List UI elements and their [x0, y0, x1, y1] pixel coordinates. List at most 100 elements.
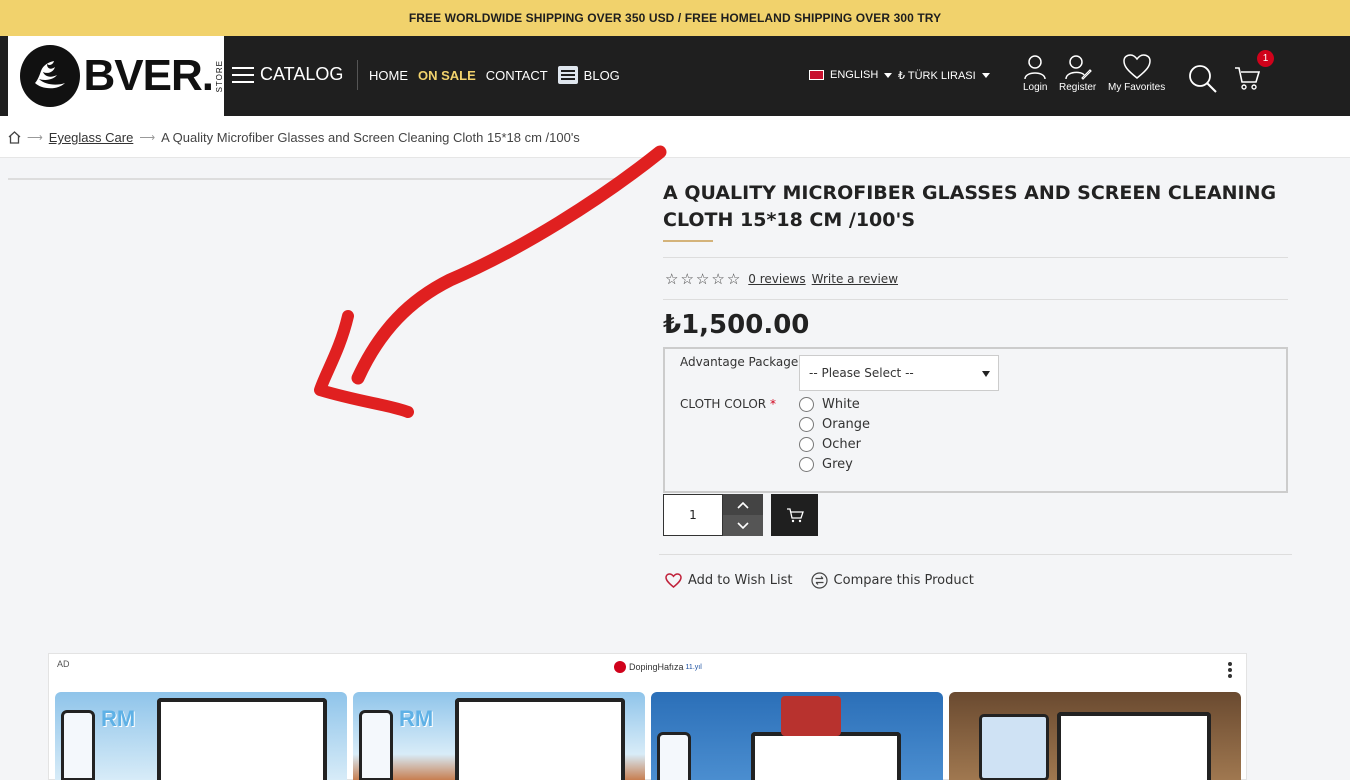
package-select[interactable]: -- Please Select -- — [799, 355, 999, 391]
cart-icon — [786, 508, 804, 523]
currency-label: ₺ TÜRK LIRASI — [898, 70, 976, 82]
ad-brand-logo: DopingHafıza 11.yıl — [614, 661, 702, 673]
user-icon — [1024, 55, 1046, 80]
ad-card[interactable] — [651, 692, 943, 780]
header-divider — [357, 60, 358, 90]
swan-logo-icon — [20, 45, 80, 107]
color-option-ocher[interactable]: Ocher — [799, 437, 861, 452]
search-icon — [1189, 65, 1217, 93]
color-option-white[interactable]: White — [799, 397, 860, 412]
ad-brand-name: DopingHafıza — [629, 662, 684, 672]
heart-icon — [1122, 54, 1151, 79]
color-label-text: CLOTH COLOR — [680, 397, 767, 411]
ad-card[interactable]: RM — [353, 692, 645, 780]
ad-card[interactable]: RM — [55, 692, 347, 780]
breadcrumb-category-link[interactable]: Eyeglass Care — [49, 130, 134, 145]
star-empty-icon: ☆ — [711, 270, 725, 288]
nav-on-sale[interactable]: ON SALE — [418, 68, 476, 83]
user-edit-icon — [1064, 55, 1092, 80]
heart-icon — [665, 573, 682, 588]
color-option-label: Grey — [822, 457, 853, 472]
package-label-text: Advantage Package — [680, 355, 799, 369]
nav-blog-label: BLOG — [583, 67, 620, 83]
chevron-down-icon — [737, 521, 749, 529]
breadcrumb-separator-icon: ⟶ — [139, 132, 156, 144]
color-option-grey[interactable]: Grey — [799, 457, 853, 472]
currency-selector[interactable]: ₺ TÜRK LIRASI — [898, 69, 990, 82]
cart-button[interactable] — [1234, 66, 1260, 92]
color-option-label: White — [822, 397, 860, 412]
catalog-menu-button[interactable]: CATALOG — [232, 64, 343, 85]
package-select-value: -- Please Select -- — [809, 366, 914, 380]
search-button[interactable] — [1188, 64, 1218, 96]
quantity-decrement-button[interactable] — [723, 515, 763, 536]
required-mark: * — [769, 397, 776, 411]
color-label: CLOTH COLOR * — [680, 397, 776, 411]
login-button[interactable]: Login — [1023, 54, 1047, 93]
product-options: Advantage Package * -- Please Select -- … — [663, 347, 1288, 493]
ad-banner[interactable]: AD DopingHafıza 11.yıl RM RM — [48, 653, 1247, 780]
language-label: ENGLISH — [830, 69, 879, 81]
add-to-wishlist-button[interactable]: Add to Wish List — [665, 573, 793, 588]
phone-image-icon — [359, 710, 393, 780]
cart-count-badge: 1 — [1257, 50, 1274, 67]
product-actions: Add to Wish List Compare this Product — [665, 572, 992, 589]
language-selector[interactable]: ENGLISH — [809, 69, 893, 81]
quantity-increment-button[interactable] — [723, 494, 763, 515]
product-price: ₺1,500.00 — [663, 310, 810, 340]
ad-card-text: RM — [399, 706, 434, 731]
phone-image-icon — [61, 710, 95, 780]
radio-button[interactable] — [799, 457, 814, 472]
favorites-label: My Favorites — [1108, 82, 1166, 93]
cart-icon — [1235, 67, 1260, 90]
write-review-link[interactable]: Write a review — [812, 272, 898, 286]
register-label: Register — [1059, 82, 1097, 93]
ad-card[interactable] — [949, 692, 1241, 780]
color-option-label: Ocher — [822, 437, 861, 452]
divider — [663, 299, 1288, 300]
star-empty-icon: ☆ — [726, 270, 741, 288]
star-empty-icon: ☆ — [695, 270, 710, 288]
color-option-label: Orange — [822, 417, 871, 432]
annotation-arrow-icon — [314, 145, 667, 418]
logo[interactable]: BVER. STORE — [8, 36, 224, 116]
radio-button[interactable] — [799, 437, 814, 452]
blog-icon — [557, 66, 578, 84]
favorites-button[interactable]: My Favorites — [1108, 54, 1165, 93]
uk-flag-icon — [809, 70, 824, 80]
add-to-cart-button[interactable] — [771, 494, 818, 536]
nav-blog[interactable]: BLOG — [557, 66, 620, 84]
ad-card-text: RM — [101, 706, 136, 731]
ad-options-icon[interactable] — [1228, 662, 1232, 678]
color-option-orange[interactable]: Orange — [799, 417, 870, 432]
catalog-label: CATALOG — [260, 64, 344, 84]
chevron-down-icon — [981, 73, 990, 78]
ad-label: AD — [57, 659, 70, 669]
radio-button[interactable] — [799, 417, 814, 432]
divider — [659, 554, 1292, 555]
breadcrumb-separator-icon: ⟶ — [27, 132, 43, 144]
rating-row: ☆ ☆ ☆ ☆ ☆ 0 reviews Write a review — [665, 270, 898, 288]
quantity-input[interactable]: 1 — [663, 494, 723, 536]
poster-image-icon — [781, 696, 841, 736]
home-icon[interactable] — [8, 131, 21, 144]
promo-text: FREE WORLDWIDE SHIPPING OVER 350 USD / F… — [408, 11, 942, 25]
laptop-image-icon — [157, 698, 327, 780]
main-nav: HOME ON SALE CONTACT BLOG — [369, 66, 630, 84]
register-button[interactable]: Register — [1059, 54, 1096, 93]
nav-contact[interactable]: CONTACT — [486, 68, 548, 83]
ad-brand-sub: 11.yıl — [685, 663, 702, 671]
package-label: Advantage Package * — [680, 355, 808, 369]
chevron-down-icon — [884, 72, 893, 78]
logo-text: BVER. — [83, 51, 214, 100]
compare-label: Compare this Product — [833, 573, 974, 588]
product-title: A Quality Microfiber Glasses and Screen … — [663, 182, 1277, 231]
wishlist-label: Add to Wish List — [688, 573, 793, 588]
tablet-image-icon — [979, 714, 1049, 780]
compare-product-button[interactable]: Compare this Product — [810, 572, 974, 589]
chevron-up-icon — [737, 501, 749, 509]
nav-home[interactable]: HOME — [369, 68, 408, 83]
reviews-link[interactable]: 0 reviews — [748, 272, 805, 286]
radio-button[interactable] — [799, 397, 814, 412]
star-empty-icon: ☆ — [680, 270, 694, 288]
